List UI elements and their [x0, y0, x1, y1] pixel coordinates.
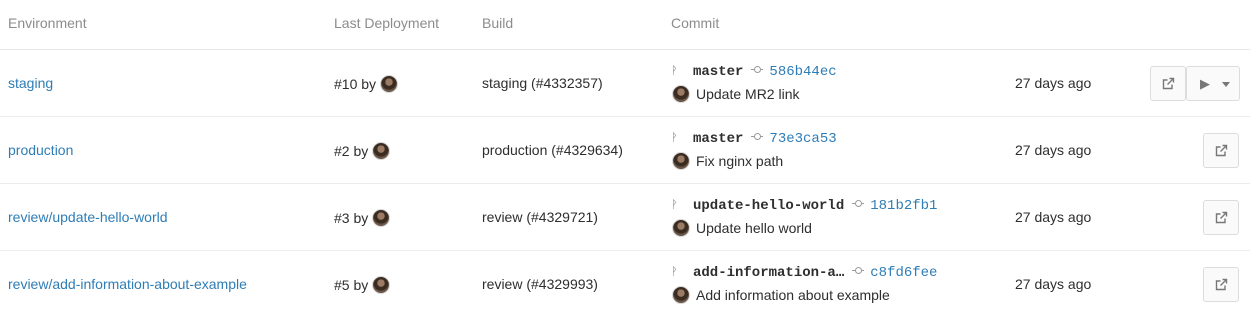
- branch-icon: ᚹ: [671, 265, 678, 278]
- external-link-icon: [1215, 144, 1228, 157]
- commit-title: Fix nginx path: [671, 152, 783, 170]
- commit-message[interactable]: Fix nginx path: [696, 153, 783, 169]
- header-environment: Environment: [8, 15, 87, 31]
- branch-name[interactable]: master: [693, 131, 743, 147]
- branch-icon: ᚹ: [671, 64, 678, 77]
- avatar[interactable]: [672, 219, 690, 237]
- branch-icon: ᚹ: [671, 131, 678, 144]
- table-row: review/add-information-about-example #5 …: [0, 251, 1250, 313]
- avatar[interactable]: [372, 276, 391, 294]
- commit-ref: ᚹ master 73e3ca53: [671, 129, 837, 147]
- play-icon: ▶: [1200, 77, 1210, 92]
- last-deployment: #5 by: [334, 276, 391, 294]
- commit-sha-link[interactable]: 73e3ca53: [769, 131, 836, 147]
- table-header: Environment Last Deployment Build Commit: [0, 0, 1250, 50]
- commit-ref: ᚹ add-information-a… c8fd6fee: [671, 263, 937, 281]
- external-link-icon: [1215, 211, 1228, 224]
- environment-link[interactable]: review/add-information-about-example: [8, 276, 247, 292]
- commit-message[interactable]: Update MR2 link: [696, 86, 800, 102]
- commit-title: Update MR2 link: [671, 85, 800, 103]
- last-deployment: #10 by: [334, 75, 399, 93]
- deployment-number: #2 by: [334, 143, 369, 159]
- commit-sha-link[interactable]: 586b44ec: [769, 64, 836, 80]
- table-row: staging #10 by staging (#4332357) ᚹ maste…: [0, 50, 1250, 117]
- caret-down-icon: [1222, 82, 1230, 87]
- deployment-number: #5 by: [334, 277, 369, 293]
- build-link[interactable]: review (#4329721): [482, 209, 598, 225]
- commit-icon: [751, 132, 764, 142]
- avatar[interactable]: [380, 75, 399, 93]
- build-link[interactable]: review (#4329993): [482, 276, 598, 292]
- commit-sha-link[interactable]: 181b2fb1: [870, 198, 937, 214]
- table-row: review/update-hello-world #3 by review (…: [0, 184, 1250, 251]
- environments-table: Environment Last Deployment Build Commit…: [0, 0, 1250, 313]
- avatar[interactable]: [372, 209, 391, 227]
- build-link[interactable]: staging (#4332357): [482, 75, 603, 91]
- external-link-button[interactable]: [1203, 200, 1239, 235]
- commit-message[interactable]: Add information about example: [696, 287, 890, 303]
- header-last-deployment: Last Deployment: [334, 15, 440, 31]
- deployment-number: #3 by: [334, 210, 369, 226]
- avatar[interactable]: [672, 85, 690, 103]
- deploy-actions-dropdown[interactable]: ▶: [1186, 66, 1240, 101]
- commit-icon: [751, 65, 764, 75]
- commit-ref: ᚹ master 586b44ec: [671, 62, 837, 80]
- commit-icon: [852, 199, 865, 209]
- branch-name[interactable]: update-hello-world: [693, 198, 844, 214]
- commit-ref: ᚹ update-hello-world 181b2fb1: [671, 196, 937, 214]
- header-commit: Commit: [671, 15, 720, 31]
- external-link-icon: [1215, 278, 1228, 291]
- build-link[interactable]: production (#4329634): [482, 142, 623, 158]
- commit-sha-link[interactable]: c8fd6fee: [870, 265, 937, 281]
- branch-name[interactable]: add-information-a…: [693, 265, 844, 281]
- external-link-button[interactable]: [1150, 66, 1186, 101]
- deployed-time: 27 days ago: [1015, 276, 1092, 292]
- header-build: Build: [482, 15, 514, 31]
- environment-link[interactable]: production: [8, 142, 73, 158]
- environment-link[interactable]: review/update-hello-world: [8, 209, 168, 225]
- commit-icon: [852, 266, 865, 276]
- branch-icon: ᚹ: [671, 198, 678, 211]
- avatar[interactable]: [372, 142, 391, 160]
- deployed-time: 27 days ago: [1015, 142, 1092, 158]
- external-link-button[interactable]: [1203, 133, 1239, 168]
- avatar[interactable]: [672, 286, 690, 304]
- external-link-icon: [1162, 77, 1175, 90]
- commit-title: Update hello world: [671, 219, 812, 237]
- deployed-time: 27 days ago: [1015, 209, 1092, 225]
- last-deployment: #2 by: [334, 142, 391, 160]
- commit-message[interactable]: Update hello world: [696, 220, 812, 236]
- environment-link[interactable]: staging: [8, 75, 53, 91]
- last-deployment: #3 by: [334, 209, 391, 227]
- deployed-time: 27 days ago: [1015, 75, 1092, 91]
- avatar[interactable]: [672, 152, 690, 170]
- table-row: production #2 by production (#4329634) ᚹ…: [0, 117, 1250, 184]
- external-link-button[interactable]: [1203, 267, 1239, 302]
- deployment-number: #10 by: [334, 76, 377, 92]
- commit-title: Add information about example: [671, 286, 890, 304]
- branch-name[interactable]: master: [693, 64, 743, 80]
